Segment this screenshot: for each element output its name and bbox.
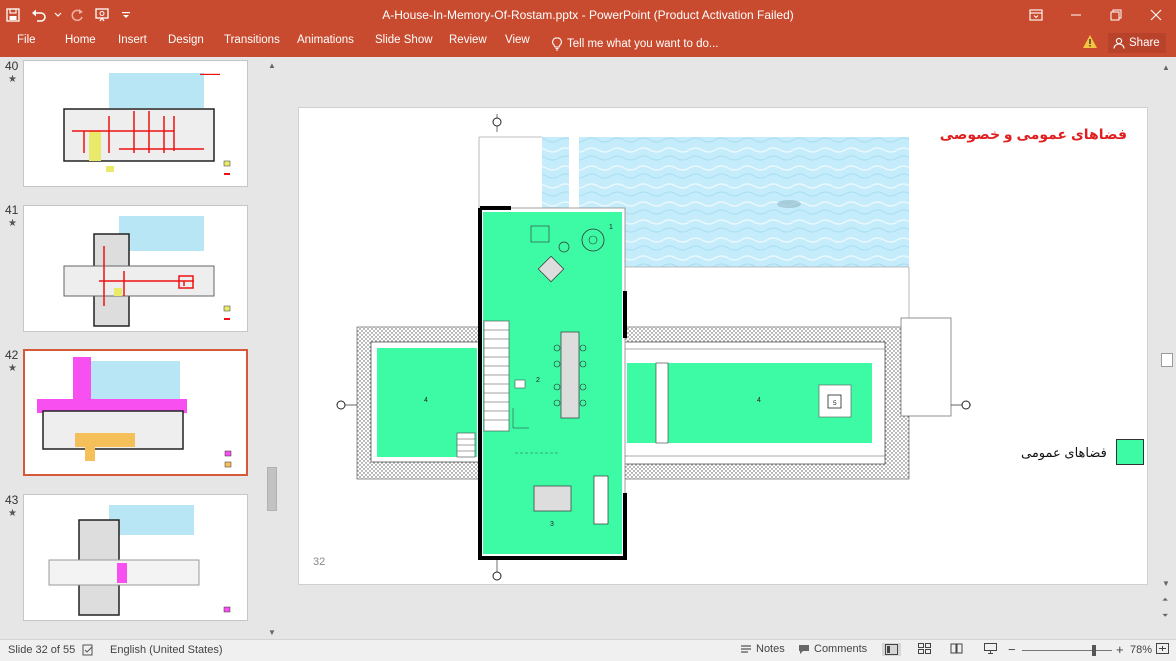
notes-button[interactable]: Notes: [740, 643, 785, 655]
scroll-down-icon[interactable]: ▼: [268, 628, 276, 637]
zoom-level[interactable]: 78%: [1130, 644, 1152, 656]
share-label: Share: [1129, 37, 1160, 49]
room-label: 5: [833, 400, 837, 407]
notes-label: Notes: [756, 643, 785, 655]
redo-icon[interactable]: [64, 0, 90, 30]
scroll-up-icon[interactable]: ▲: [268, 61, 276, 70]
thumbnail-number: 43: [5, 493, 19, 507]
comments-button[interactable]: Comments: [798, 643, 867, 655]
room-label: 4: [757, 397, 761, 404]
scroll-thumb[interactable]: [1161, 353, 1173, 367]
slide-editing-area: 1 2 3 4 4 5 فضاهای عمومی و خصوصی فضاهای …: [285, 57, 1158, 639]
floor-plan-drawing: 1 2 3 4 4 5: [336, 114, 971, 581]
current-slide[interactable]: 1 2 3 4 4 5 فضاهای عمومی و خصوصی فضاهای …: [298, 107, 1148, 585]
save-icon[interactable]: [0, 0, 26, 30]
minimize-icon[interactable]: [1056, 0, 1096, 30]
normal-view-icon[interactable]: [882, 643, 901, 656]
thumbnail-number: 40: [5, 59, 19, 73]
close-icon[interactable]: [1136, 0, 1176, 30]
scroll-up-icon[interactable]: ▲: [1162, 63, 1170, 72]
ribbon-tabs: File Home Insert Design Transitions Anim…: [0, 30, 1176, 57]
customize-qat-icon[interactable]: [116, 0, 136, 30]
slide-thumbnail[interactable]: ▬▬▬▬▬: [23, 60, 248, 187]
svg-text:▬▬▬▬▬: ▬▬▬▬▬: [200, 71, 220, 76]
animation-star-icon: ★: [8, 218, 17, 229]
tab-insert[interactable]: Insert: [118, 30, 147, 57]
powerpoint-window: A-House-In-Memory-Of-Rostam.pptx - Power…: [0, 0, 1176, 661]
warning-icon[interactable]: [1082, 34, 1098, 53]
east-public-space: [625, 348, 885, 457]
zoom-in-button[interactable]: +: [1116, 642, 1124, 657]
room-label: 4: [424, 397, 428, 404]
comments-label: Comments: [814, 643, 868, 655]
tab-view[interactable]: View: [505, 30, 530, 57]
slide-page-number: 32: [313, 556, 326, 568]
legend-swatch[interactable]: [1116, 439, 1144, 465]
quick-access-toolbar: [0, 0, 136, 30]
slide-thumbnail[interactable]: [23, 205, 248, 332]
thumbnail-number: 41: [5, 203, 19, 217]
slide-thumbnails-pane: 40 ★ ▬▬▬▬▬ 41 ★ 42 ★ 43 ★ ▲ ▼: [0, 57, 284, 639]
central-building: [456, 206, 627, 560]
thumbnails-scrollbar[interactable]: ▲ ▼: [265, 57, 279, 639]
tab-review[interactable]: Review: [449, 30, 487, 57]
document-title: A-House-In-Memory-Of-Rostam.pptx - Power…: [382, 8, 794, 22]
slide-title[interactable]: فضاهای عمومی و خصوصی: [940, 126, 1127, 143]
zoom-out-button[interactable]: −: [1008, 642, 1016, 657]
slide-counter: Slide 32 of 55: [8, 644, 76, 656]
slide-scrollbar[interactable]: ▲ ▼ ⏶ ⏷: [1158, 57, 1176, 639]
tell-me-box[interactable]: Tell me what you want to do...: [552, 30, 719, 57]
title-bar: A-House-In-Memory-Of-Rostam.pptx - Power…: [0, 0, 1176, 30]
room-label: 2: [536, 377, 540, 384]
animation-star-icon: ★: [8, 74, 17, 85]
notes-icon: [741, 645, 751, 653]
reading-view-icon[interactable]: [950, 643, 963, 654]
animation-star-icon: ★: [8, 508, 17, 519]
status-bar: Slide 32 of 55 English (United States) N…: [0, 639, 1176, 661]
slideshow-from-beginning-icon[interactable]: [90, 0, 116, 30]
language-indicator[interactable]: English (United States): [110, 644, 223, 656]
tab-home[interactable]: Home: [65, 30, 96, 57]
undo-icon[interactable]: [26, 0, 52, 30]
ribbon-display-options-icon[interactable]: [1016, 0, 1056, 30]
person-icon: [1113, 37, 1125, 49]
next-slide-icon[interactable]: ⏷: [1162, 611, 1168, 621]
scroll-thumb[interactable]: [267, 467, 277, 511]
tab-file[interactable]: File: [17, 30, 36, 57]
tab-animations[interactable]: Animations: [297, 30, 354, 57]
slide-thumbnail-selected[interactable]: [23, 349, 248, 476]
share-button[interactable]: Share: [1108, 33, 1166, 53]
slide-thumbnail[interactable]: [23, 494, 248, 621]
window-controls: [1016, 0, 1176, 30]
zoom-slider[interactable]: [1022, 645, 1112, 656]
undo-dropdown-icon[interactable]: [52, 0, 64, 30]
spellcheck-icon[interactable]: [82, 644, 94, 659]
slide-sorter-icon[interactable]: [918, 643, 931, 654]
comments-icon: [799, 644, 809, 654]
tab-slide-show[interactable]: Slide Show: [375, 30, 433, 57]
scroll-down-icon[interactable]: ▼: [1162, 579, 1170, 588]
room-label: 3: [550, 521, 554, 528]
thumbnail-number: 42: [5, 348, 19, 362]
fit-slide-icon[interactable]: [1156, 643, 1169, 654]
restore-icon[interactable]: [1096, 0, 1136, 30]
legend-label[interactable]: فضاهای عمومی: [1021, 445, 1107, 461]
tab-design[interactable]: Design: [168, 30, 204, 57]
lightbulb-icon: [552, 36, 562, 50]
tab-transitions[interactable]: Transitions: [224, 30, 280, 57]
zoom-slider-knob[interactable]: [1092, 645, 1096, 656]
previous-slide-icon[interactable]: ⏶: [1162, 595, 1168, 605]
tell-me-text: Tell me what you want to do...: [567, 37, 719, 50]
slideshow-view-icon[interactable]: [984, 643, 997, 654]
animation-star-icon: ★: [8, 363, 17, 374]
room-label: 1: [609, 224, 613, 231]
